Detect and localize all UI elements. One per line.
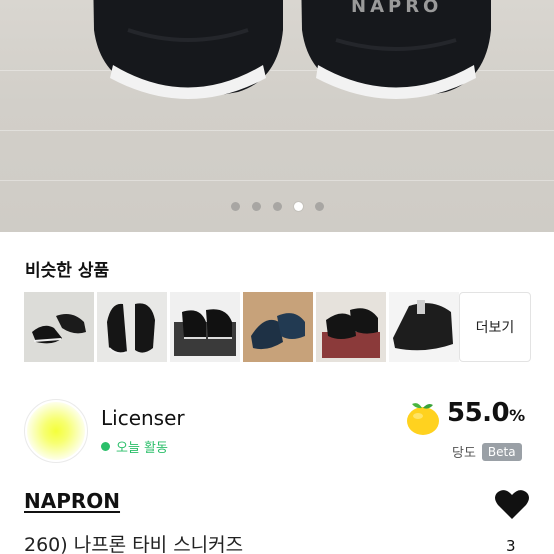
- floor-line: [0, 180, 554, 181]
- sweetness-unit: %: [509, 406, 525, 425]
- seller-name[interactable]: Licenser: [101, 406, 185, 430]
- carousel-dot[interactable]: [272, 202, 282, 211]
- beta-badge: Beta: [481, 442, 522, 461]
- carousel-dot[interactable]: [230, 202, 240, 211]
- sweetness-value: 55.0: [447, 398, 510, 428]
- seller-avatar[interactable]: [24, 399, 88, 463]
- sweetness-label-row: 당도 Beta: [452, 442, 522, 461]
- similar-item-1[interactable]: [24, 292, 94, 362]
- left-shoe-image: [93, 0, 283, 99]
- avatar-image: [27, 402, 85, 460]
- sweetness-label: 당도: [452, 446, 476, 461]
- online-dot-icon: [101, 442, 110, 451]
- floor-line: [0, 130, 554, 131]
- carousel-dot-active[interactable]: [293, 202, 303, 211]
- sweetness-score: 55.0%: [447, 398, 525, 428]
- lemon-icon: [407, 403, 439, 435]
- carousel-dot[interactable]: [314, 202, 324, 211]
- brand-link[interactable]: NAPRON: [24, 489, 120, 513]
- more-button[interactable]: 더보기: [459, 292, 531, 362]
- carousel-indicator: [0, 202, 554, 211]
- product-photo[interactable]: NAPRO: [0, 0, 554, 232]
- activity-label: 오늘 활동: [116, 441, 168, 456]
- similar-item-3[interactable]: [170, 292, 240, 362]
- similar-item-2[interactable]: [97, 292, 167, 362]
- similar-products-list: [24, 292, 459, 362]
- carousel-dot[interactable]: [251, 202, 261, 211]
- similar-item-5[interactable]: [316, 292, 386, 362]
- svg-text:NAPRO: NAPRO: [351, 0, 442, 17]
- right-shoe-image: NAPRO: [301, 0, 491, 99]
- activity-status: 오늘 활동: [101, 437, 168, 456]
- product-title: 260) 나프론 타비 스니커즈: [24, 534, 244, 554]
- heart-icon[interactable]: [494, 488, 530, 520]
- similar-products-title: 비슷한 상품: [25, 261, 110, 281]
- like-count: 3: [506, 537, 516, 554]
- similar-item-6[interactable]: [389, 292, 459, 362]
- similar-item-4[interactable]: [243, 292, 313, 362]
